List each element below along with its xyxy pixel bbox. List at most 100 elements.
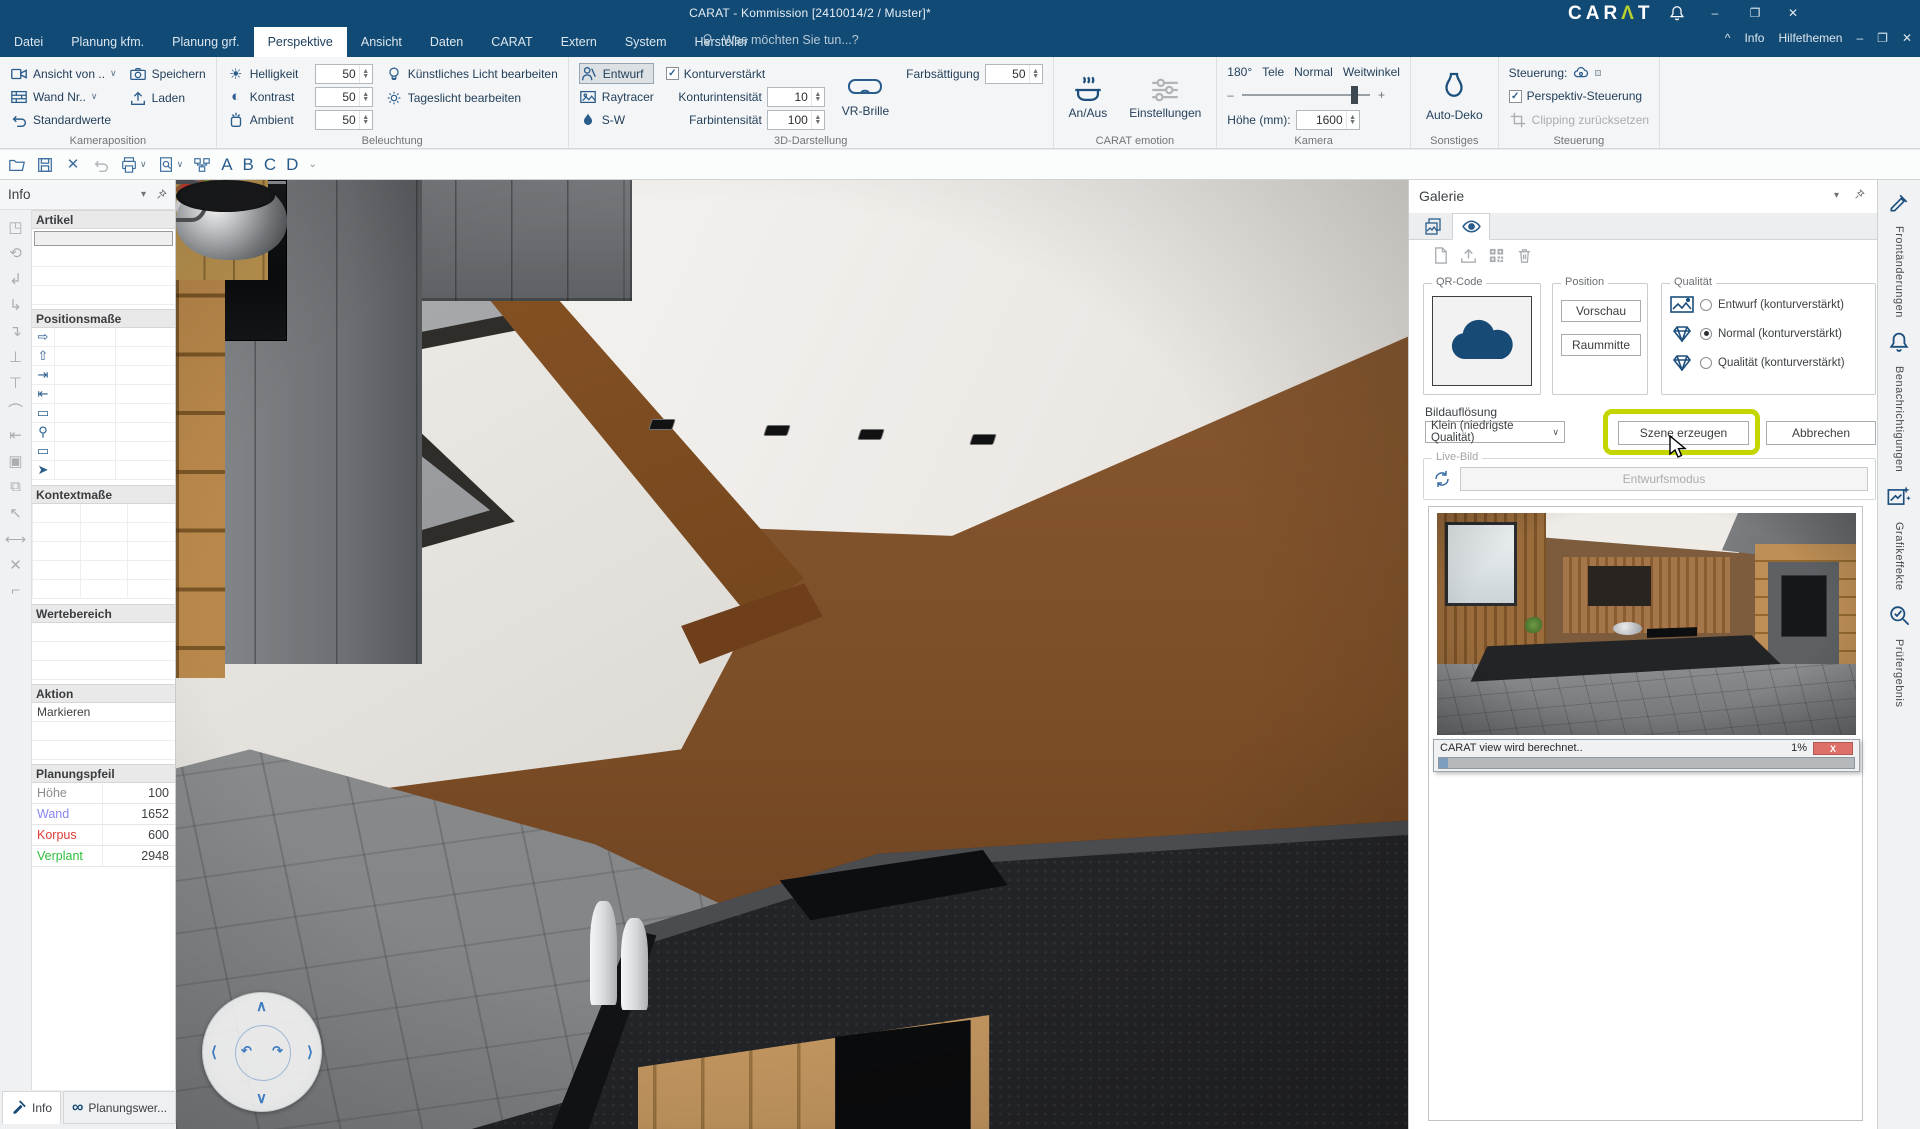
vorschau-button[interactable]: Vorschau	[1561, 300, 1641, 322]
render-thumbnail[interactable]	[1437, 513, 1856, 735]
doc-restore-button[interactable]: ❐	[1877, 31, 1888, 45]
hoehe-spinner[interactable]: 1600▲▼	[1296, 110, 1360, 130]
restore-button[interactable]: ❐	[1740, 4, 1770, 23]
farbintensitaet-spinner[interactable]: 100▲▼	[767, 110, 825, 130]
image-stars-icon[interactable]	[1886, 484, 1912, 510]
dock-pruefergebnis[interactable]: Prüfergebnis	[1893, 639, 1905, 707]
open-folder-icon[interactable]	[8, 156, 26, 174]
raummitte-button[interactable]: Raummitte	[1561, 334, 1641, 356]
menu-daten[interactable]: Daten	[416, 27, 477, 57]
radio-circle[interactable]	[1700, 357, 1712, 369]
menu-ansicht[interactable]: Ansicht	[347, 27, 416, 57]
helligkeit-spinner[interactable]: 50▲▼	[315, 64, 373, 84]
tool-button-3[interactable]: ↳	[9, 296, 22, 313]
tool-button-13[interactable]: ✕	[9, 556, 22, 573]
nav-left-arrow[interactable]: ⟨	[211, 1043, 217, 1061]
emotion-einstellungen-button[interactable]: Einstellungen	[1124, 63, 1206, 130]
close-doc-icon[interactable]: ✕	[64, 156, 82, 174]
panel-dropdown-icon[interactable]: ▾	[141, 189, 146, 200]
tool-button-9[interactable]: ▣	[8, 452, 22, 469]
auto-deko-button[interactable]: Auto-Deko	[1421, 63, 1488, 130]
tool-button-6[interactable]: ⊤	[9, 374, 22, 391]
upload-button[interactable]	[1459, 246, 1478, 265]
wand-nr-button[interactable]: Wand Nr..∨	[10, 86, 117, 107]
doc-close-button[interactable]: ✕	[1902, 31, 1912, 45]
zoom-plus[interactable]: +	[1378, 88, 1385, 102]
pin-icon[interactable]	[156, 189, 167, 200]
tool-button-2[interactable]: ↲	[9, 270, 22, 287]
print-preview-button[interactable]: ∨	[157, 156, 184, 174]
progress-cancel-button[interactable]: X	[1813, 742, 1853, 755]
kontrast-spinner[interactable]: 50▲▼	[315, 87, 373, 107]
kuenstliches-licht-button[interactable]: Künstliches Licht bearbeiten	[385, 63, 558, 85]
dock-benachrichtigungen[interactable]: Benachrichtigungen	[1893, 366, 1905, 472]
radio-qualitaet[interactable]: Qualität (konturverstärkt)	[1670, 354, 1845, 371]
nav-rotate-left-arrow[interactable]: ↶	[241, 1043, 252, 1059]
menu-system[interactable]: System	[611, 27, 681, 57]
tab-gallery-view[interactable]	[1452, 213, 1490, 240]
clipping-button[interactable]: Clipping zurücksetzen	[1509, 110, 1649, 130]
kamera-mode-normal[interactable]: Normal	[1294, 65, 1333, 79]
dock-frontaenderungen[interactable]: Frontänderungen	[1893, 226, 1905, 318]
nav-rotate-right-arrow[interactable]: ↷	[272, 1043, 283, 1059]
kamera-mode-weitwinkel[interactable]: Weitwinkel	[1343, 65, 1400, 79]
3d-viewport[interactable]: ∧ ∨ ⟨ ⟩ ↶ ↷	[176, 180, 1408, 1129]
tool-button-7[interactable]: ⌒	[8, 400, 23, 417]
cloud-control-active-icon[interactable]	[1595, 70, 1601, 76]
farbsaettigung-spinner[interactable]: 50▲▼	[985, 64, 1043, 84]
front-edit-icon[interactable]	[1888, 192, 1910, 214]
konturverstaerkt-checkbox[interactable]: ✓	[666, 67, 679, 80]
tool-button-5[interactable]: ⊥	[9, 348, 22, 365]
letter-a-button[interactable]: A	[221, 155, 232, 175]
perspektiv-steuerung-checkbox[interactable]: ✓	[1509, 90, 1522, 103]
tool-button-8[interactable]: ⇤	[9, 426, 22, 443]
zoom-minus[interactable]: –	[1227, 88, 1234, 102]
toolbar-overflow-button[interactable]: ⌄	[308, 159, 316, 170]
sw-button[interactable]: S-W	[579, 109, 654, 130]
radio-circle-selected[interactable]	[1700, 328, 1712, 340]
dock-grafikeffekte[interactable]: Grafikeffekte	[1893, 522, 1905, 591]
tool-button-0[interactable]: ◳	[8, 218, 22, 235]
abbrechen-button[interactable]: Abbrechen	[1766, 421, 1876, 445]
print-button[interactable]: ∨	[120, 156, 147, 174]
structure-icon[interactable]	[193, 156, 211, 174]
tab-info[interactable]: Info	[2, 1091, 61, 1124]
delete-button[interactable]	[1515, 246, 1534, 265]
ribbon-collapse-chevron[interactable]: ^	[1725, 31, 1731, 45]
camera-nav-widget[interactable]: ∧ ∨ ⟨ ⟩ ↶ ↷	[202, 992, 322, 1112]
radio-circle[interactable]	[1700, 299, 1712, 311]
menu-hilfethemen[interactable]: Hilfethemen	[1778, 31, 1842, 45]
menu-info[interactable]: Info	[1744, 31, 1764, 45]
ansicht-von-button[interactable]: Ansicht von ..∨	[10, 63, 117, 84]
save-icon[interactable]	[36, 156, 54, 174]
raytracer-button[interactable]: Raytracer	[579, 86, 654, 107]
laden-button[interactable]: Laden	[129, 87, 206, 109]
menu-extern[interactable]: Extern	[547, 27, 611, 57]
tab-planungswerte[interactable]: ∞Planungswer...	[63, 1091, 176, 1124]
nav-down-arrow[interactable]: ∨	[256, 1089, 267, 1107]
cloud-control-icon[interactable]	[1572, 64, 1590, 82]
nav-right-arrow[interactable]: ⟩	[307, 1043, 313, 1061]
tool-button-12[interactable]: ⟷	[5, 530, 27, 547]
artikel-input[interactable]	[34, 231, 173, 246]
close-button[interactable]: ✕	[1778, 4, 1808, 23]
tool-button-14[interactable]: ⌐	[11, 582, 20, 599]
tool-button-11[interactable]: ↖	[9, 504, 22, 521]
entwurf-button[interactable]: Entwurf	[579, 63, 654, 84]
kamera-mode-tele[interactable]: Tele	[1262, 65, 1284, 79]
kamera-mode-180[interactable]: 180°	[1227, 65, 1252, 79]
doc-minimize-button[interactable]: –	[1856, 31, 1863, 45]
tab-gallery-images[interactable]	[1414, 213, 1452, 240]
letter-c-button[interactable]: C	[264, 155, 276, 175]
focal-slider[interactable]	[1242, 94, 1370, 96]
search-box[interactable]: Was möchten Sie tun...?	[700, 32, 859, 47]
letter-d-button[interactable]: D	[286, 155, 298, 175]
konturintensitaet-spinner[interactable]: 10▲▼	[767, 87, 825, 107]
menu-perspektive[interactable]: Perspektive	[254, 27, 347, 57]
radio-normal[interactable]: Normal (konturverstärkt)	[1670, 325, 1842, 342]
menu-planung-kfm[interactable]: Planung kfm.	[57, 27, 158, 57]
letter-b-button[interactable]: B	[243, 155, 254, 175]
resolution-dropdown[interactable]: Klein (niedrigste Qualität)∨	[1425, 421, 1565, 443]
pin-icon[interactable]	[1854, 189, 1865, 200]
tool-button-4[interactable]: ↴	[9, 322, 22, 339]
